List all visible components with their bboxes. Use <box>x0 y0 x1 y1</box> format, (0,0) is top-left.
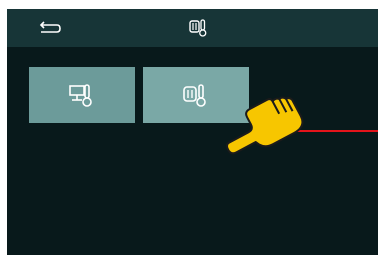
radiator-thermometer-icon <box>187 16 211 40</box>
back-arrow-icon <box>39 21 61 33</box>
heating-monitor-tile[interactable] <box>29 67 135 123</box>
pointing-hand-icon <box>220 87 314 167</box>
top-bar <box>7 9 378 47</box>
heating-monitor-thermometer-icon <box>69 84 92 107</box>
radiator-thermometer-icon <box>183 84 206 107</box>
back-button[interactable] <box>33 18 65 40</box>
device-screen <box>7 9 378 255</box>
